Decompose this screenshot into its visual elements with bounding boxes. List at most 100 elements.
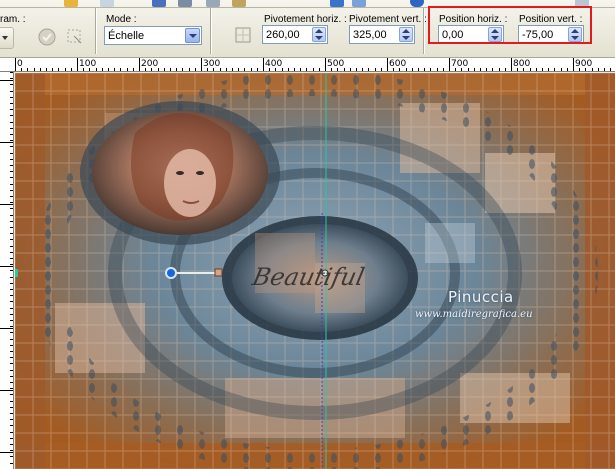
ruler-minor-tick <box>10 444 13 445</box>
arrow-down-icon[interactable] <box>402 36 410 40</box>
ruler-minor-tick <box>40 68 41 71</box>
ruler-minor-tick <box>10 463 13 464</box>
ruler-minor-tick <box>10 401 13 402</box>
ruler-minor-tick <box>375 68 376 71</box>
image-canvas[interactable]: Beautiful Pinuccia www.maidiregrafica.eu <box>15 73 615 469</box>
chevron-down-icon[interactable] <box>185 28 200 43</box>
undo-icon[interactable] <box>330 0 344 7</box>
center-script-text: Beautiful <box>250 263 367 291</box>
ruler-minor-tick <box>145 68 146 71</box>
ruler-minor-tick <box>449 68 450 71</box>
ruler-minor-tick <box>10 332 13 333</box>
paste-icon[interactable] <box>232 0 246 7</box>
ruler-minor-tick <box>10 177 13 178</box>
ruler-minor-tick <box>10 78 13 79</box>
redo-icon[interactable] <box>352 0 366 7</box>
ruler-minor-tick <box>10 190 13 191</box>
ruler-minor-tick <box>226 68 227 71</box>
ruler-minor-tick <box>89 68 90 71</box>
ruler-label: 400 <box>265 59 283 69</box>
ruler-minor-tick <box>10 289 13 290</box>
ruler-minor-tick <box>10 270 13 271</box>
ruler-minor-tick <box>474 68 475 71</box>
ruler-minor-tick <box>406 68 407 71</box>
save-icon[interactable] <box>152 0 166 7</box>
ratio-lock-button[interactable] <box>232 24 254 46</box>
ruler-minor-tick <box>10 258 13 259</box>
ruler-minor-tick <box>114 68 115 71</box>
ruler-minor-tick <box>10 301 13 302</box>
arrow-up-icon[interactable] <box>402 29 410 33</box>
ruler-minor-tick <box>536 68 537 71</box>
ruler-minor-tick <box>15 68 16 71</box>
ruler-minor-tick <box>10 432 13 433</box>
help-icon[interactable] <box>410 0 424 7</box>
arrow-down-icon[interactable] <box>315 36 323 40</box>
ruler-minor-tick <box>58 68 59 71</box>
pivot-vertical-stepper[interactable] <box>399 27 413 42</box>
ruler-minor-tick <box>10 208 13 209</box>
ruler-label: 500 <box>327 59 345 69</box>
tool-options-bar: ram. : Mode : Échelle Pivotement horiz. … <box>0 0 615 58</box>
ruler-label: 800 <box>513 59 531 69</box>
ruler-minor-tick <box>604 68 605 71</box>
pivot-horizontal-field[interactable]: 260,00 <box>262 25 328 44</box>
ruler-minor-tick <box>158 68 159 71</box>
mode-select[interactable]: Échelle <box>104 26 202 45</box>
ruler-minor-tick <box>492 68 493 71</box>
ruler-minor-tick <box>10 122 13 123</box>
ruler-minor-tick <box>10 308 13 309</box>
ruler-minor-tick <box>139 68 140 71</box>
ruler-minor-tick <box>201 68 202 71</box>
file-icon[interactable] <box>100 0 114 7</box>
ruler-minor-tick <box>10 227 13 228</box>
ruler-minor-tick <box>164 68 165 71</box>
copy-icon[interactable] <box>206 0 220 7</box>
ruler-minor-tick <box>275 68 276 71</box>
pivot-horizontal-stepper[interactable] <box>312 27 326 42</box>
arrow-up-icon[interactable] <box>315 29 323 33</box>
ruler-minor-tick <box>399 68 400 71</box>
ruler-minor-tick <box>306 68 307 71</box>
ruler-minor-tick <box>10 140 13 141</box>
pivot-vertical-field[interactable]: 325,00 <box>349 25 415 44</box>
ruler-minor-tick <box>10 413 13 414</box>
ruler-minor-tick <box>10 97 13 98</box>
handle-square[interactable] <box>214 268 223 277</box>
ruler-minor-tick <box>127 68 128 71</box>
reset-button[interactable] <box>36 26 58 48</box>
ruler-minor-tick <box>573 68 574 71</box>
ruler-minor-tick <box>108 68 109 71</box>
ruler-minor-tick <box>585 68 586 71</box>
ruler-minor-tick <box>10 295 13 296</box>
ruler-minor-tick <box>412 68 413 71</box>
ruler-minor-tick <box>10 425 13 426</box>
pivot-horizontal-value: 260,00 <box>266 29 300 41</box>
ruler-label: 300 <box>203 59 221 69</box>
mode-label: Mode : <box>106 14 137 25</box>
ruler-minor-tick <box>10 196 13 197</box>
folder-icon[interactable] <box>64 0 78 7</box>
ruler-minor-tick <box>10 103 13 104</box>
ruler-minor-tick <box>96 68 97 71</box>
ruler-minor-tick <box>418 68 419 71</box>
ruler-minor-tick <box>52 68 53 71</box>
left-guide-marker <box>15 269 18 277</box>
watermark-name: Pinuccia <box>448 288 514 306</box>
ruler-minor-tick <box>269 68 270 71</box>
ruler-minor-tick <box>220 68 221 71</box>
deform-tool-button[interactable] <box>0 27 14 49</box>
ruler-minor-tick <box>517 68 518 71</box>
apply-button[interactable] <box>64 26 86 48</box>
ruler-minor-tick <box>10 264 13 265</box>
ruler-minor-tick <box>282 68 283 71</box>
print-icon[interactable] <box>178 0 192 7</box>
ruler-major-tick <box>0 204 13 205</box>
ruler-minor-tick <box>10 277 13 278</box>
ruler-minor-tick <box>10 159 13 160</box>
ruler-minor-tick <box>356 68 357 71</box>
ruler-minor-tick <box>424 68 425 71</box>
ruler-minor-tick <box>10 314 13 315</box>
ruler-minor-tick <box>10 233 13 234</box>
rotation-handle[interactable] <box>165 267 177 279</box>
